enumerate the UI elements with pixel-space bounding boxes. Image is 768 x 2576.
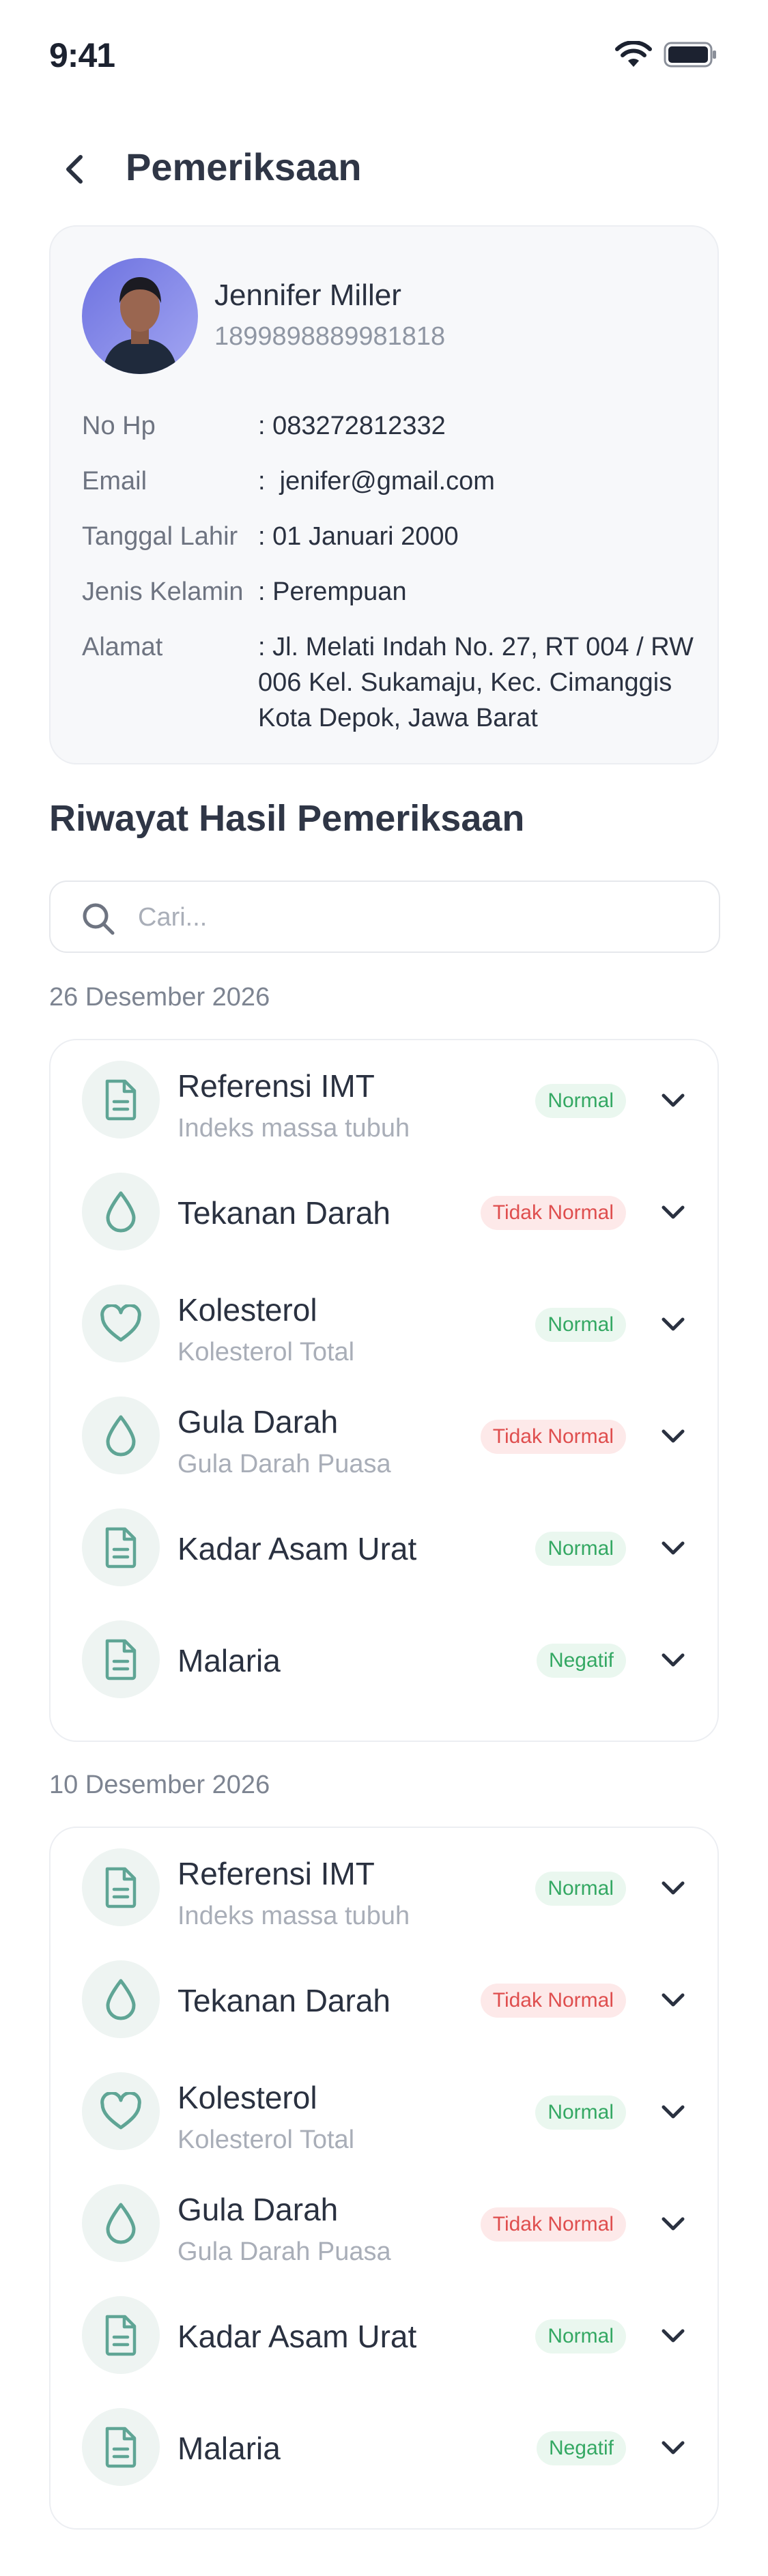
status-badge: Negatif	[536, 2431, 626, 2465]
document-icon	[82, 2408, 160, 2486]
result-item[interactable]: Malaria Negatif	[51, 2390, 720, 2502]
item-title: Gula Darah	[177, 2192, 339, 2227]
drop-icon	[82, 1960, 160, 2038]
heart-icon	[82, 2072, 160, 2150]
chevron-down-icon[interactable]	[658, 1873, 688, 1903]
status-badge: Tidak Normal	[480, 1196, 626, 1230]
item-title: Malaria	[177, 2431, 281, 2466]
result-item[interactable]: Gula Darah Gula Darah Puasa Tidak Normal	[51, 1379, 720, 1491]
chevron-down-icon[interactable]	[658, 1533, 688, 1563]
status-bar: 9:41	[0, 0, 768, 102]
document-icon	[82, 1848, 160, 1926]
header: Pemeriksaan	[0, 130, 768, 205]
item-title: Tekanan Darah	[177, 1983, 390, 2018]
patient-name: Jennifer Miller	[214, 278, 401, 312]
status-badge: Normal	[535, 1872, 626, 1906]
status-badge: Tidak Normal	[480, 1984, 626, 2018]
status-badge: Normal	[535, 1084, 626, 1118]
document-icon	[82, 1620, 160, 1698]
result-item[interactable]: Kadar Asam Urat Normal	[51, 1491, 720, 1603]
page-title: Pemeriksaan	[126, 145, 362, 188]
battery-icon	[664, 41, 718, 72]
chevron-down-icon[interactable]	[658, 1085, 688, 1115]
info-value: : Jl. Melati Indah No. 27, RT 004 / RW 0…	[258, 633, 694, 732]
chevron-down-icon[interactable]	[658, 1985, 688, 2015]
status-badge: Normal	[535, 1532, 626, 1566]
chevron-down-icon[interactable]	[658, 1197, 688, 1227]
result-item[interactable]: Malaria Negatif	[51, 1603, 720, 1715]
info-value: : 01 Januari 2000	[258, 522, 459, 551]
chevron-left-icon	[66, 155, 83, 184]
info-label: Tanggal Lahir	[82, 522, 238, 551]
chevron-down-icon[interactable]	[658, 2097, 688, 2127]
item-subtitle: Kolesterol Total	[177, 1338, 355, 1366]
search-box[interactable]	[49, 881, 720, 953]
search-icon	[83, 903, 115, 935]
avatar	[82, 258, 198, 374]
item-title: Kadar Asam Urat	[177, 1531, 417, 1566]
chevron-down-icon[interactable]	[658, 1309, 688, 1339]
drop-icon	[82, 1173, 160, 1250]
document-icon	[82, 1508, 160, 1586]
date-label: 26 Desember 2026	[49, 983, 270, 1012]
item-subtitle: Gula Darah Puasa	[177, 2237, 391, 2266]
document-icon	[82, 1061, 160, 1139]
item-title: Referensi IMT	[177, 1068, 375, 1104]
item-subtitle: Indeks massa tubuh	[177, 1114, 410, 1143]
status-badge: Normal	[535, 2095, 626, 2130]
chevron-down-icon[interactable]	[658, 2321, 688, 2351]
item-title: Kolesterol	[177, 2080, 317, 2115]
result-card: Referensi IMT Indeks massa tubuh Normal Tek…	[49, 1827, 719, 2530]
chevron-down-icon[interactable]	[658, 2209, 688, 2239]
result-item[interactable]: Referensi IMT Indeks massa tubuh Normal	[51, 1831, 720, 1943]
status-time: 9:41	[49, 36, 115, 74]
drop-icon	[82, 2184, 160, 2262]
info-label: Email	[82, 467, 147, 496]
item-title: Referensi IMT	[177, 1856, 375, 1891]
result-item[interactable]: Kolesterol Kolesterol Total Normal	[51, 1267, 720, 1379]
info-label: No Hp	[82, 412, 156, 440]
result-item[interactable]: Gula Darah Gula Darah Puasa Tidak Normal	[51, 2166, 720, 2278]
chevron-down-icon[interactable]	[658, 1645, 688, 1675]
info-label: Alamat	[82, 633, 163, 661]
status-badge: Tidak Normal	[480, 1420, 626, 1454]
search-input[interactable]	[138, 900, 684, 935]
item-title: Kolesterol	[177, 1292, 317, 1328]
item-title: Malaria	[177, 1643, 281, 1678]
patient-profile-card: Jennifer Miller 1899898889981818 No Hp :…	[49, 225, 719, 764]
info-value: : 083272812332	[258, 412, 446, 440]
result-item[interactable]: Referensi IMT Indeks massa tubuh Normal	[51, 1043, 720, 1155]
drop-icon	[82, 1397, 160, 1474]
document-icon	[82, 2296, 160, 2374]
chevron-down-icon[interactable]	[658, 2433, 688, 2463]
item-title: Kadar Asam Urat	[177, 2319, 417, 2354]
result-item[interactable]: Kolesterol Kolesterol Total Normal	[51, 2055, 720, 2166]
item-subtitle: Gula Darah Puasa	[177, 1450, 391, 1478]
result-item[interactable]: Tekanan Darah Tidak Normal	[51, 1155, 720, 1267]
chevron-down-icon[interactable]	[658, 1421, 688, 1451]
result-card: Referensi IMT Indeks massa tubuh Normal Tek…	[49, 1039, 719, 1742]
heart-icon	[82, 1285, 160, 1362]
wifi-icon	[614, 40, 653, 72]
info-value: : Perempuan	[258, 577, 407, 606]
patient-id: 1899898889981818	[214, 322, 446, 351]
date-label: 10 Desember 2026	[49, 1771, 270, 1799]
info-label: Jenis Kelamin	[82, 577, 244, 606]
item-title: Gula Darah	[177, 1404, 339, 1440]
item-subtitle: Kolesterol Total	[177, 2126, 355, 2154]
section-title: Riwayat Hasil Pemeriksaan	[49, 798, 525, 839]
item-title: Tekanan Darah	[177, 1195, 390, 1231]
back-button[interactable]	[49, 143, 101, 195]
info-value: : jenifer@gmail.com	[258, 467, 495, 496]
result-item[interactable]: Tekanan Darah Tidak Normal	[51, 1943, 720, 2055]
item-subtitle: Indeks massa tubuh	[177, 1902, 410, 1930]
status-badge: Tidak Normal	[480, 2207, 626, 2242]
status-badge: Normal	[535, 2319, 626, 2353]
status-badge: Negatif	[536, 1644, 626, 1678]
result-item[interactable]: Kadar Asam Urat Normal	[51, 2278, 720, 2390]
status-badge: Normal	[535, 1308, 626, 1342]
